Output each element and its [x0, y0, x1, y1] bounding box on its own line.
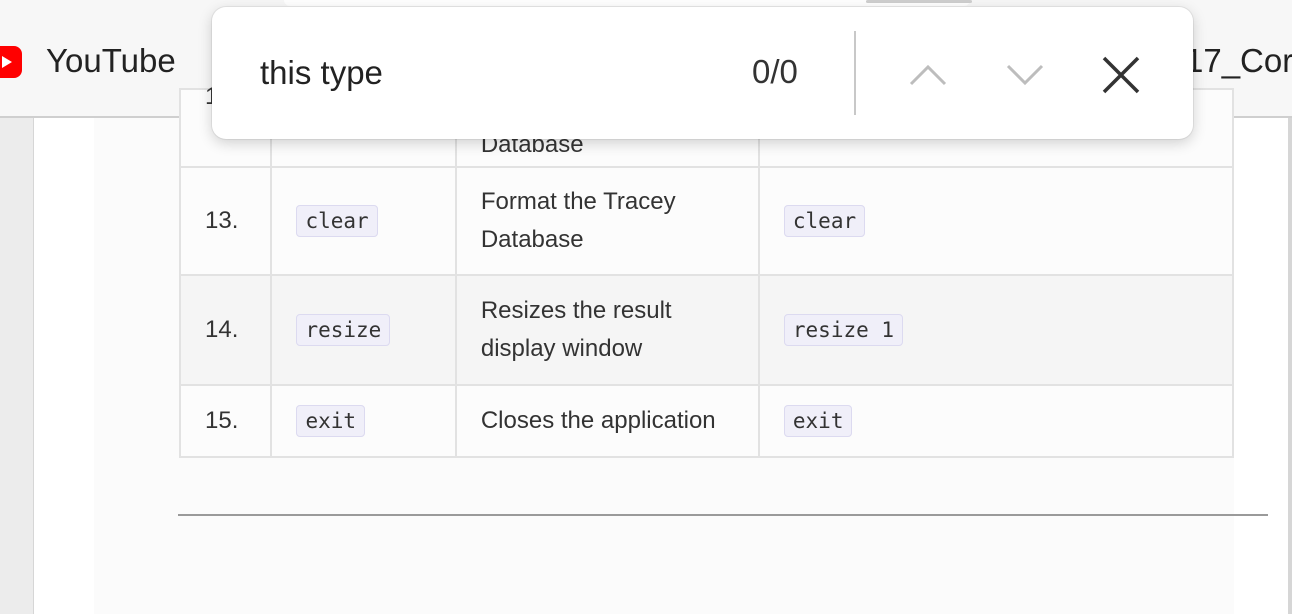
description-line: Closes the application	[480, 407, 716, 434]
close-find-button[interactable]	[1093, 47, 1149, 103]
command-code: exit	[296, 405, 366, 437]
command-cell: resize	[270, 274, 457, 386]
find-input[interactable]	[260, 51, 680, 95]
bookmark-partial[interactable]: 17_Cor	[1185, 42, 1292, 80]
example-code: exit	[783, 405, 853, 437]
page-left-margin	[0, 118, 34, 614]
description-line: Database	[480, 226, 584, 253]
match-count: 0/0	[752, 53, 798, 90]
find-divider	[854, 31, 856, 115]
command-cell: exit	[270, 384, 457, 458]
description-cell: Format the Tracey Database	[454, 166, 760, 276]
tab-knob	[866, 0, 972, 3]
page-scrollbar-edge[interactable]	[1288, 118, 1292, 614]
command-cell: clear	[270, 166, 457, 276]
example-cell: clear	[757, 166, 1235, 276]
command-code: resize	[296, 314, 391, 346]
description-line: Resizes the result	[480, 297, 672, 324]
command-code: clear	[296, 205, 378, 237]
close-icon	[1102, 56, 1140, 94]
table-row: 14. resize Resizes the result display wi…	[178, 274, 1235, 386]
next-match-button[interactable]	[997, 47, 1053, 103]
description-line: display window	[480, 335, 643, 362]
chevron-down-icon	[1006, 64, 1044, 86]
commands-table: 12. Database 13. clear Format the Tracey…	[178, 83, 1235, 458]
page-content: 12. Database 13. clear Format the Tracey…	[34, 83, 1288, 614]
table-row: 15. exit Closes the application exit	[178, 384, 1235, 458]
bookmark-youtube[interactable]: YouTube	[46, 42, 176, 80]
description-line: Format the Tracey	[480, 188, 676, 215]
table-row: 13. clear Format the Tracey Database cle…	[178, 166, 1235, 276]
example-code: clear	[783, 205, 866, 237]
find-bar-handle	[284, 0, 972, 6]
example-cell: resize 1	[757, 274, 1235, 386]
description-cell: Resizes the result display window	[454, 274, 760, 386]
chevron-up-icon	[909, 64, 947, 86]
horizontal-rule	[178, 514, 1268, 516]
previous-match-button[interactable]	[900, 47, 956, 103]
row-number: 15.	[178, 384, 273, 458]
row-number: 13.	[178, 166, 273, 276]
article-body: 12. Database 13. clear Format the Tracey…	[94, 83, 1268, 614]
youtube-logo-icon[interactable]	[0, 46, 22, 78]
row-number: 14.	[178, 274, 273, 386]
find-in-page-bar: 0/0	[212, 7, 1193, 139]
example-cell: exit	[757, 384, 1235, 458]
description-cell: Closes the application	[454, 384, 760, 458]
example-code: resize 1	[783, 314, 904, 346]
